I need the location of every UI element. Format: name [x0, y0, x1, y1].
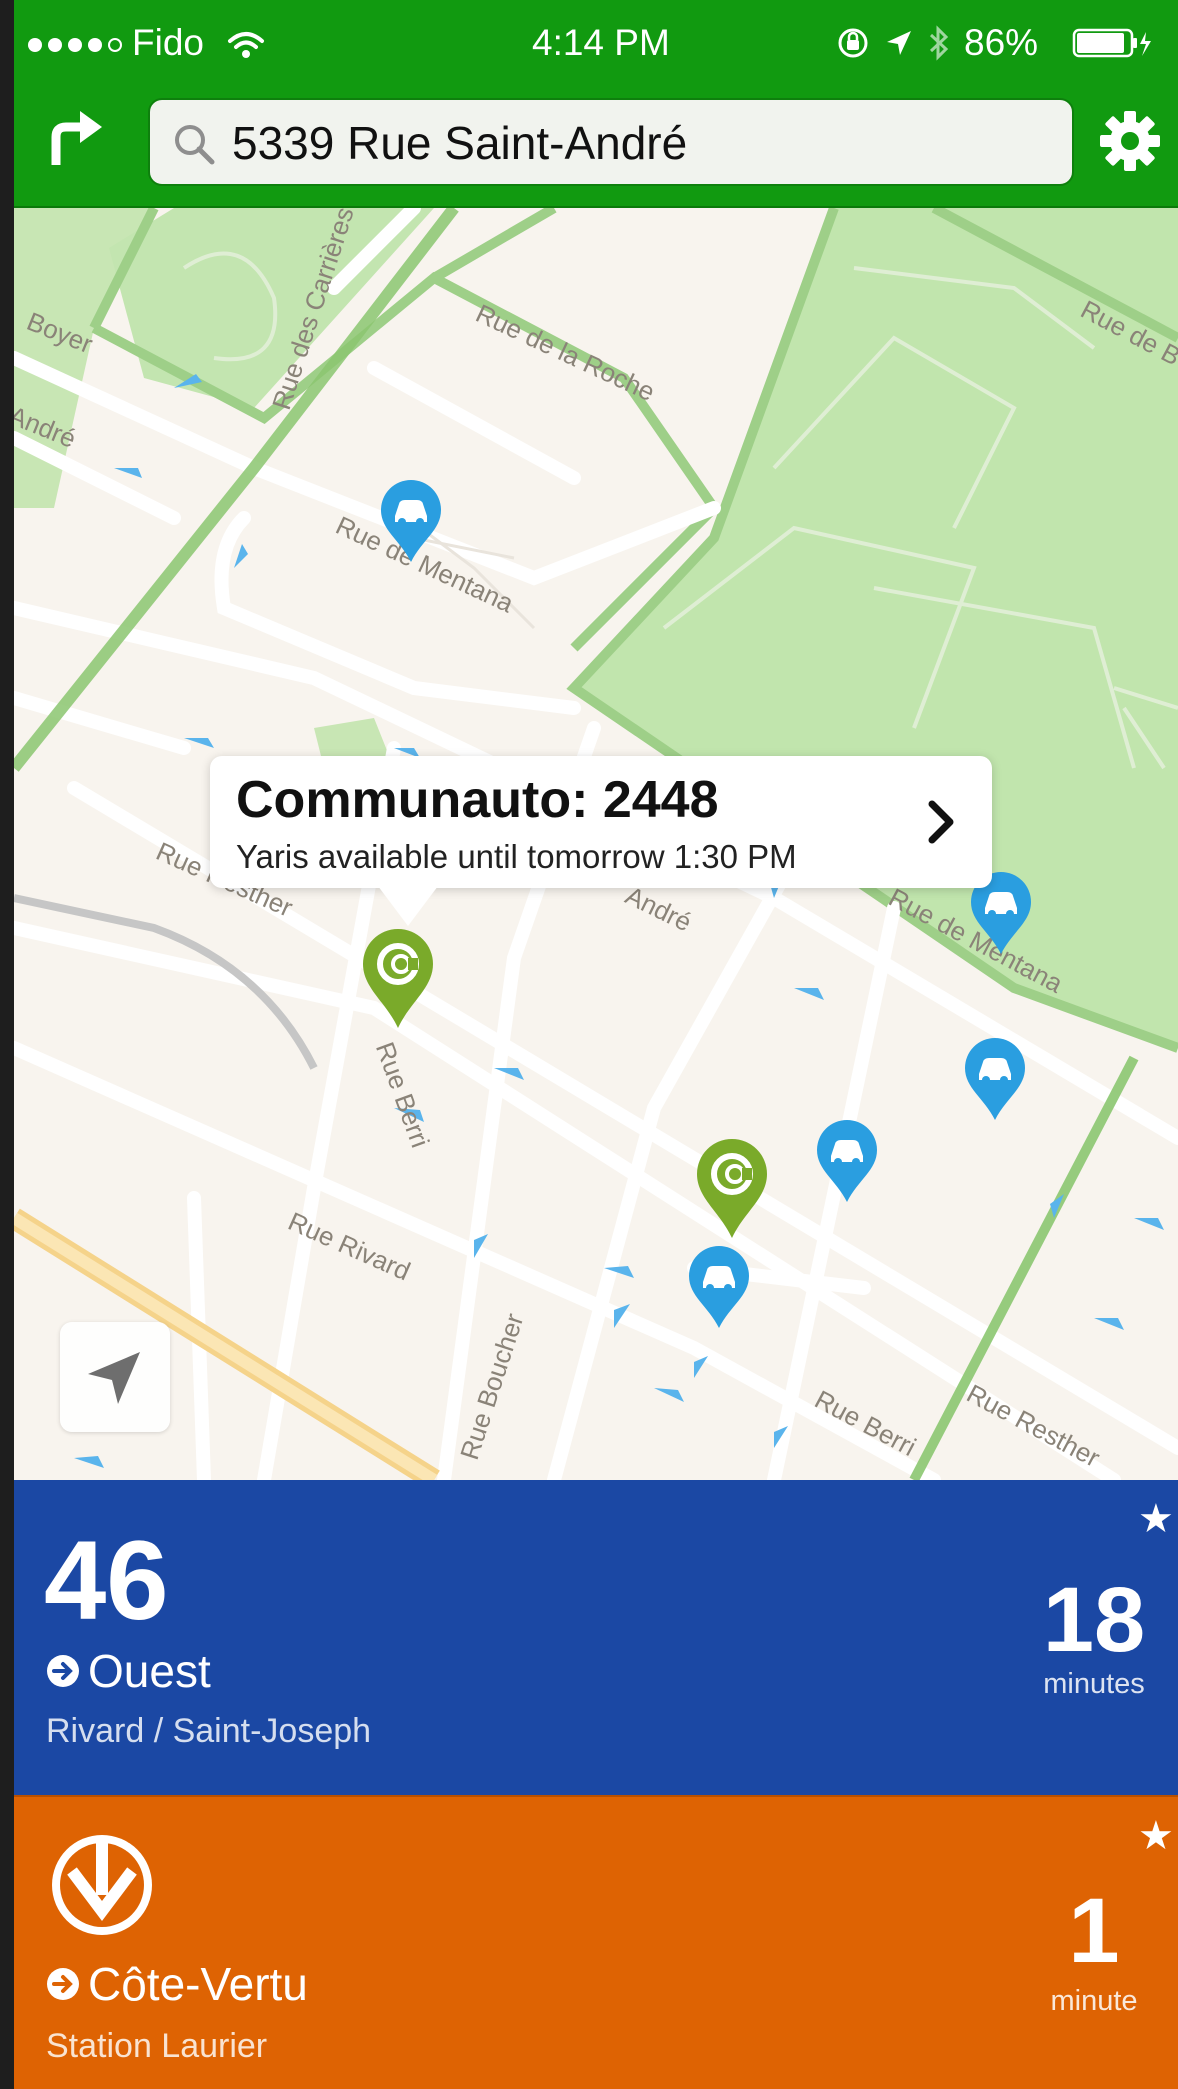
carrier-name: Fido [132, 22, 204, 63]
signal-strength-icon [28, 38, 122, 53]
vehicle-callout[interactable]: Communauto: 2448 Yaris available until t… [210, 756, 992, 926]
bus-direction-label: Ouest [88, 1645, 211, 1697]
bus-stop-name: Rivard / Saint-Joseph [46, 1712, 372, 1750]
status-bar: Fido 4:14 PM 86% [14, 0, 1178, 86]
bus-direction: Ouest [46, 1644, 211, 1698]
metro-direction-label: Côte-Vertu [88, 1958, 308, 2010]
communauto-pin[interactable] [694, 1136, 770, 1240]
header-bar: Fido 4:14 PM 86% 5339 Rue Saint-André [14, 0, 1178, 208]
map-view[interactable]: Boyer André Rue des Carrières Rue de la … [14, 208, 1178, 1480]
rotation-lock-icon [838, 28, 868, 58]
battery-percent: 86% [964, 22, 1039, 63]
location-arrow-icon [887, 31, 911, 55]
metro-minutes-value: 1 [1068, 1880, 1120, 1982]
bus-minutes-unit: minutes [1043, 1668, 1145, 1700]
metro-departure-card[interactable]: ★ Côte-Vertu Station Laurier 1 minute [14, 1795, 1178, 2089]
wifi-icon [228, 32, 265, 59]
callout-subtitle: Yaris available until tomorrow 1:30 PM [236, 838, 797, 875]
favorite-star-icon[interactable]: ★ [1138, 1496, 1174, 1542]
car-share-pin[interactable] [814, 1118, 880, 1204]
metro-station-name: Station Laurier [46, 2027, 268, 2065]
metro-direction: Côte-Vertu [46, 1957, 308, 2011]
search-input[interactable]: 5339 Rue Saint-André [232, 116, 687, 170]
battery-charging-icon [1072, 28, 1151, 58]
status-icons: 86% [836, 22, 1038, 64]
direction-arrow-icon [47, 1655, 79, 1687]
current-location-button[interactable] [60, 1322, 170, 1432]
bus-route-number: 46 [44, 1518, 169, 1643]
location-arrow-icon [88, 1352, 140, 1404]
bus-departure-card[interactable]: ★ 46 Ouest Rivard / Saint-Joseph 18 minu… [14, 1480, 1178, 1795]
search-field[interactable]: 5339 Rue Saint-André [148, 98, 1074, 186]
favorite-star-icon[interactable]: ★ [1138, 1813, 1174, 1859]
chevron-right-icon[interactable] [922, 796, 962, 848]
metro-minutes-unit: minute [1050, 1985, 1138, 2017]
search-icon [175, 125, 215, 165]
carrier-indicator: Fido [28, 22, 266, 64]
gear-icon[interactable] [1097, 108, 1163, 174]
app-root: Fido 4:14 PM 86% 5339 Rue Saint-André Bo… [14, 0, 1178, 2089]
bluetooth-icon [929, 25, 949, 61]
directions-button[interactable] [44, 103, 106, 173]
car-share-pin[interactable] [686, 1244, 752, 1330]
car-share-pin[interactable] [378, 478, 444, 564]
callout-title: Communauto: 2448 [236, 771, 719, 829]
metro-logo-icon [52, 1835, 152, 1935]
direction-arrow-icon [47, 1968, 79, 2000]
car-share-pin[interactable] [962, 1036, 1028, 1122]
bus-minutes-value: 18 [1042, 1569, 1146, 1671]
clock: 4:14 PM [532, 22, 670, 63]
communauto-pin-selected[interactable] [360, 926, 436, 1030]
